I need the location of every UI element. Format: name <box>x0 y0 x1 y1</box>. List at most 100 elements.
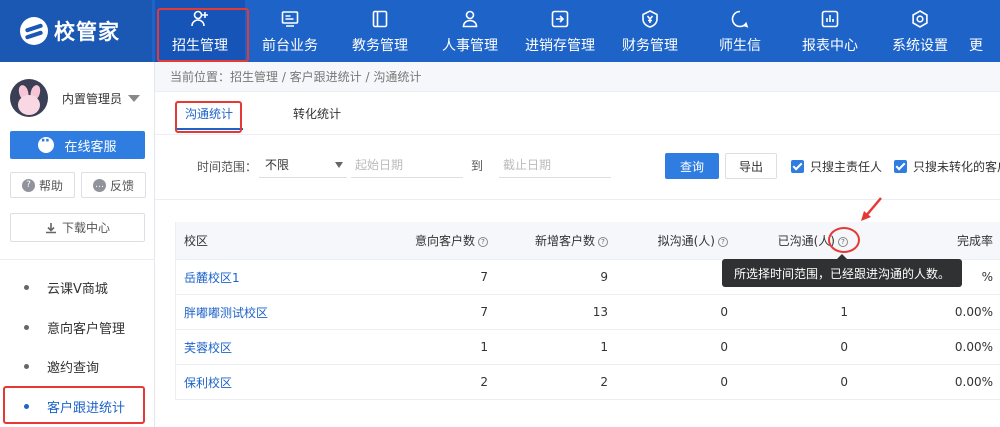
cell-done: 0 <box>840 375 848 389</box>
feedback-button[interactable]: … 反馈 <box>81 172 146 198</box>
caret-down-icon <box>128 94 141 102</box>
cell-intent: 7 <box>480 305 488 319</box>
bullet-icon <box>24 284 29 290</box>
cell-new: 13 <box>592 305 608 319</box>
nav-label: 师生信 <box>719 37 761 54</box>
campus-link[interactable]: 胖嘟嘟测试校区 <box>176 304 346 321</box>
cell-new: 1 <box>600 340 608 354</box>
monitor-icon <box>279 8 301 30</box>
download-center-button[interactable]: 下载中心 <box>10 213 145 242</box>
sidebar-item-mall[interactable]: 云课V商城 <box>0 268 155 306</box>
bullet-icon <box>24 324 29 330</box>
table-row: 胖嘟嘟测试校区 7 13 0 1 0.00% <box>176 295 1000 330</box>
nav-label: 财务管理 <box>622 37 678 54</box>
campus-link[interactable]: 岳麓校区1 <box>176 269 346 286</box>
online-service-button[interactable]: 在线客服 <box>10 131 145 159</box>
only-unconverted-checkbox[interactable]: 只搜未转化的客户 <box>894 158 1000 175</box>
cell-rate: 0.00% <box>954 305 993 319</box>
person-icon <box>459 8 481 30</box>
col-new-customers[interactable]: 新增客户数? <box>496 232 616 249</box>
campus-link[interactable]: 芙蓉校区 <box>176 339 346 356</box>
inventory-icon <box>549 8 571 30</box>
cell-intent: 7 <box>480 270 488 284</box>
cell-done: 1 <box>840 305 848 319</box>
filter-bar: 时间范围： 不限 到 查询 导出 只搜主责任人 只搜未转化的客户 <box>155 150 1000 182</box>
export-button[interactable]: 导出 <box>725 153 777 179</box>
feedback-icon: … <box>92 178 106 192</box>
col-planned-communication[interactable]: 拟沟通(人)? <box>616 232 736 249</box>
end-date-input[interactable] <box>499 152 611 178</box>
help-icon[interactable]: ? <box>598 236 608 247</box>
nav-label: 人事管理 <box>442 37 498 54</box>
only-owner-label: 只搜主责任人 <box>810 160 883 174</box>
nav-item-messages[interactable]: 师生信 <box>695 0 785 62</box>
sidebar-item-invitation-query[interactable]: 邀约查询 <box>0 347 155 385</box>
campus-link[interactable]: 保利校区 <box>176 374 346 391</box>
person-add-icon <box>189 8 211 30</box>
help-icon[interactable]: ? <box>838 236 848 247</box>
breadcrumb: 当前位置：招生管理 / 客户跟进统计 / 沟通统计 <box>155 62 1000 92</box>
nav-label: 进销存管理 <box>525 37 595 54</box>
cell-plan: 0 <box>720 305 728 319</box>
nav-label: 教务管理 <box>352 37 408 54</box>
nav-item-hr[interactable]: 人事管理 <box>425 0 515 62</box>
help-button[interactable]: ? 帮助 <box>10 172 75 198</box>
bullet-icon <box>24 403 29 409</box>
nav-label: 前台业务 <box>262 37 318 54</box>
cell-plan: 0 <box>720 340 728 354</box>
nav-item-finance[interactable]: 财务管理 <box>605 0 695 62</box>
help-tooltip: 所选择时间范围，已经跟进沟通的人数。 <box>722 254 962 287</box>
search-button[interactable]: 查询 <box>665 153 719 179</box>
sidebar-item-label: 意向客户管理 <box>47 321 126 337</box>
sidebar-item-label: 云课V商城 <box>47 281 108 297</box>
report-icon <box>819 8 841 30</box>
user-menu[interactable]: 内置管理员 <box>10 79 141 117</box>
col-completion-rate[interactable]: 完成率 <box>856 232 1000 249</box>
sidebar-item-followup-stats[interactable]: 客户跟进统计 <box>0 387 155 425</box>
tab-conversion-stats[interactable]: 转化统计 <box>283 92 351 134</box>
nav-label: 招生管理 <box>172 37 228 54</box>
cell-new: 9 <box>600 270 608 284</box>
nav-item-more[interactable]: 更 <box>965 0 985 62</box>
chat-bubble-icon <box>38 133 55 153</box>
only-unconverted-label: 只搜未转化的客户 <box>913 160 1000 174</box>
nav-item-enrollment[interactable]: 招生管理 <box>155 0 245 62</box>
app-logo[interactable]: 校管家 <box>0 0 152 62</box>
time-range-label: 时间范围： <box>197 160 258 174</box>
logo-text: 校管家 <box>54 20 120 44</box>
tab-communication-stats[interactable]: 沟通统计 <box>175 92 244 134</box>
help-icon[interactable]: ? <box>478 236 488 247</box>
cell-plan: 0 <box>720 375 728 389</box>
help-feedback-group: ? 帮助 … 反馈 <box>10 172 146 198</box>
user-name: 内置管理员 <box>62 91 123 106</box>
settings-icon <box>909 8 931 30</box>
filter-divider <box>155 199 1000 200</box>
nav-item-frontdesk[interactable]: 前台业务 <box>245 0 335 62</box>
time-range-value: 不限 <box>265 158 290 172</box>
main-content: 当前位置：招生管理 / 客户跟进统计 / 沟通统计 沟通统计 转化统计 时间范围… <box>155 62 1000 427</box>
start-date-input[interactable] <box>351 152 463 178</box>
sidebar-divider <box>0 259 155 260</box>
sidebar-item-intent-customers[interactable]: 意向客户管理 <box>0 308 155 346</box>
tab-bar: 沟通统计 转化统计 <box>175 92 391 134</box>
time-range-select[interactable]: 不限 <box>259 152 347 178</box>
help-icon[interactable]: ? <box>718 236 728 247</box>
col-communicated[interactable]: 已沟通(人)? <box>736 232 856 249</box>
sidebar: 内置管理员 在线客服 ? 帮助 … 反馈 下载中心 云课V商城 意向客户管理 邀… <box>0 62 155 427</box>
col-intent-customers[interactable]: 意向客户数? <box>346 232 496 249</box>
only-owner-checkbox[interactable]: 只搜主责任人 <box>791 158 882 175</box>
nav-item-academic[interactable]: 教务管理 <box>335 0 425 62</box>
avatar <box>10 79 48 117</box>
nav-item-inventory[interactable]: 进销存管理 <box>515 0 605 62</box>
checkbox-checked-icon <box>894 160 907 173</box>
stats-table: 校区 意向客户数? 新增客户数? 拟沟通(人)? 已沟通(人)? 完成率 岳麓校… <box>175 222 1000 400</box>
cell-intent: 2 <box>480 375 488 389</box>
logo-icon <box>20 17 48 45</box>
nav-label: 更 <box>969 37 983 54</box>
to-label: 到 <box>471 159 484 173</box>
chat-icon <box>729 8 751 30</box>
cell-rate: 0.00% <box>954 375 993 389</box>
col-campus[interactable]: 校区 <box>176 232 346 249</box>
nav-item-reports[interactable]: 报表中心 <box>785 0 875 62</box>
nav-item-settings[interactable]: 系统设置 <box>875 0 965 62</box>
